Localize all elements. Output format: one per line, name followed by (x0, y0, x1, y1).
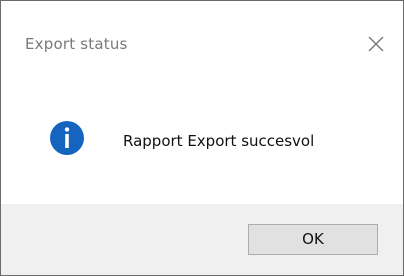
button-bar: OK (1, 204, 403, 275)
close-button[interactable] (361, 29, 391, 59)
title-bar: Export status (1, 1, 403, 71)
message-area: Rapport Export succesvol (1, 71, 403, 205)
message-text: Rapport Export succesvol (123, 132, 315, 150)
close-icon (368, 36, 384, 52)
ok-button[interactable]: OK (248, 224, 378, 255)
export-status-dialog: Export status Rapport Export succesvol O… (0, 0, 404, 276)
info-icon (50, 121, 84, 155)
dialog-title: Export status (25, 35, 128, 53)
